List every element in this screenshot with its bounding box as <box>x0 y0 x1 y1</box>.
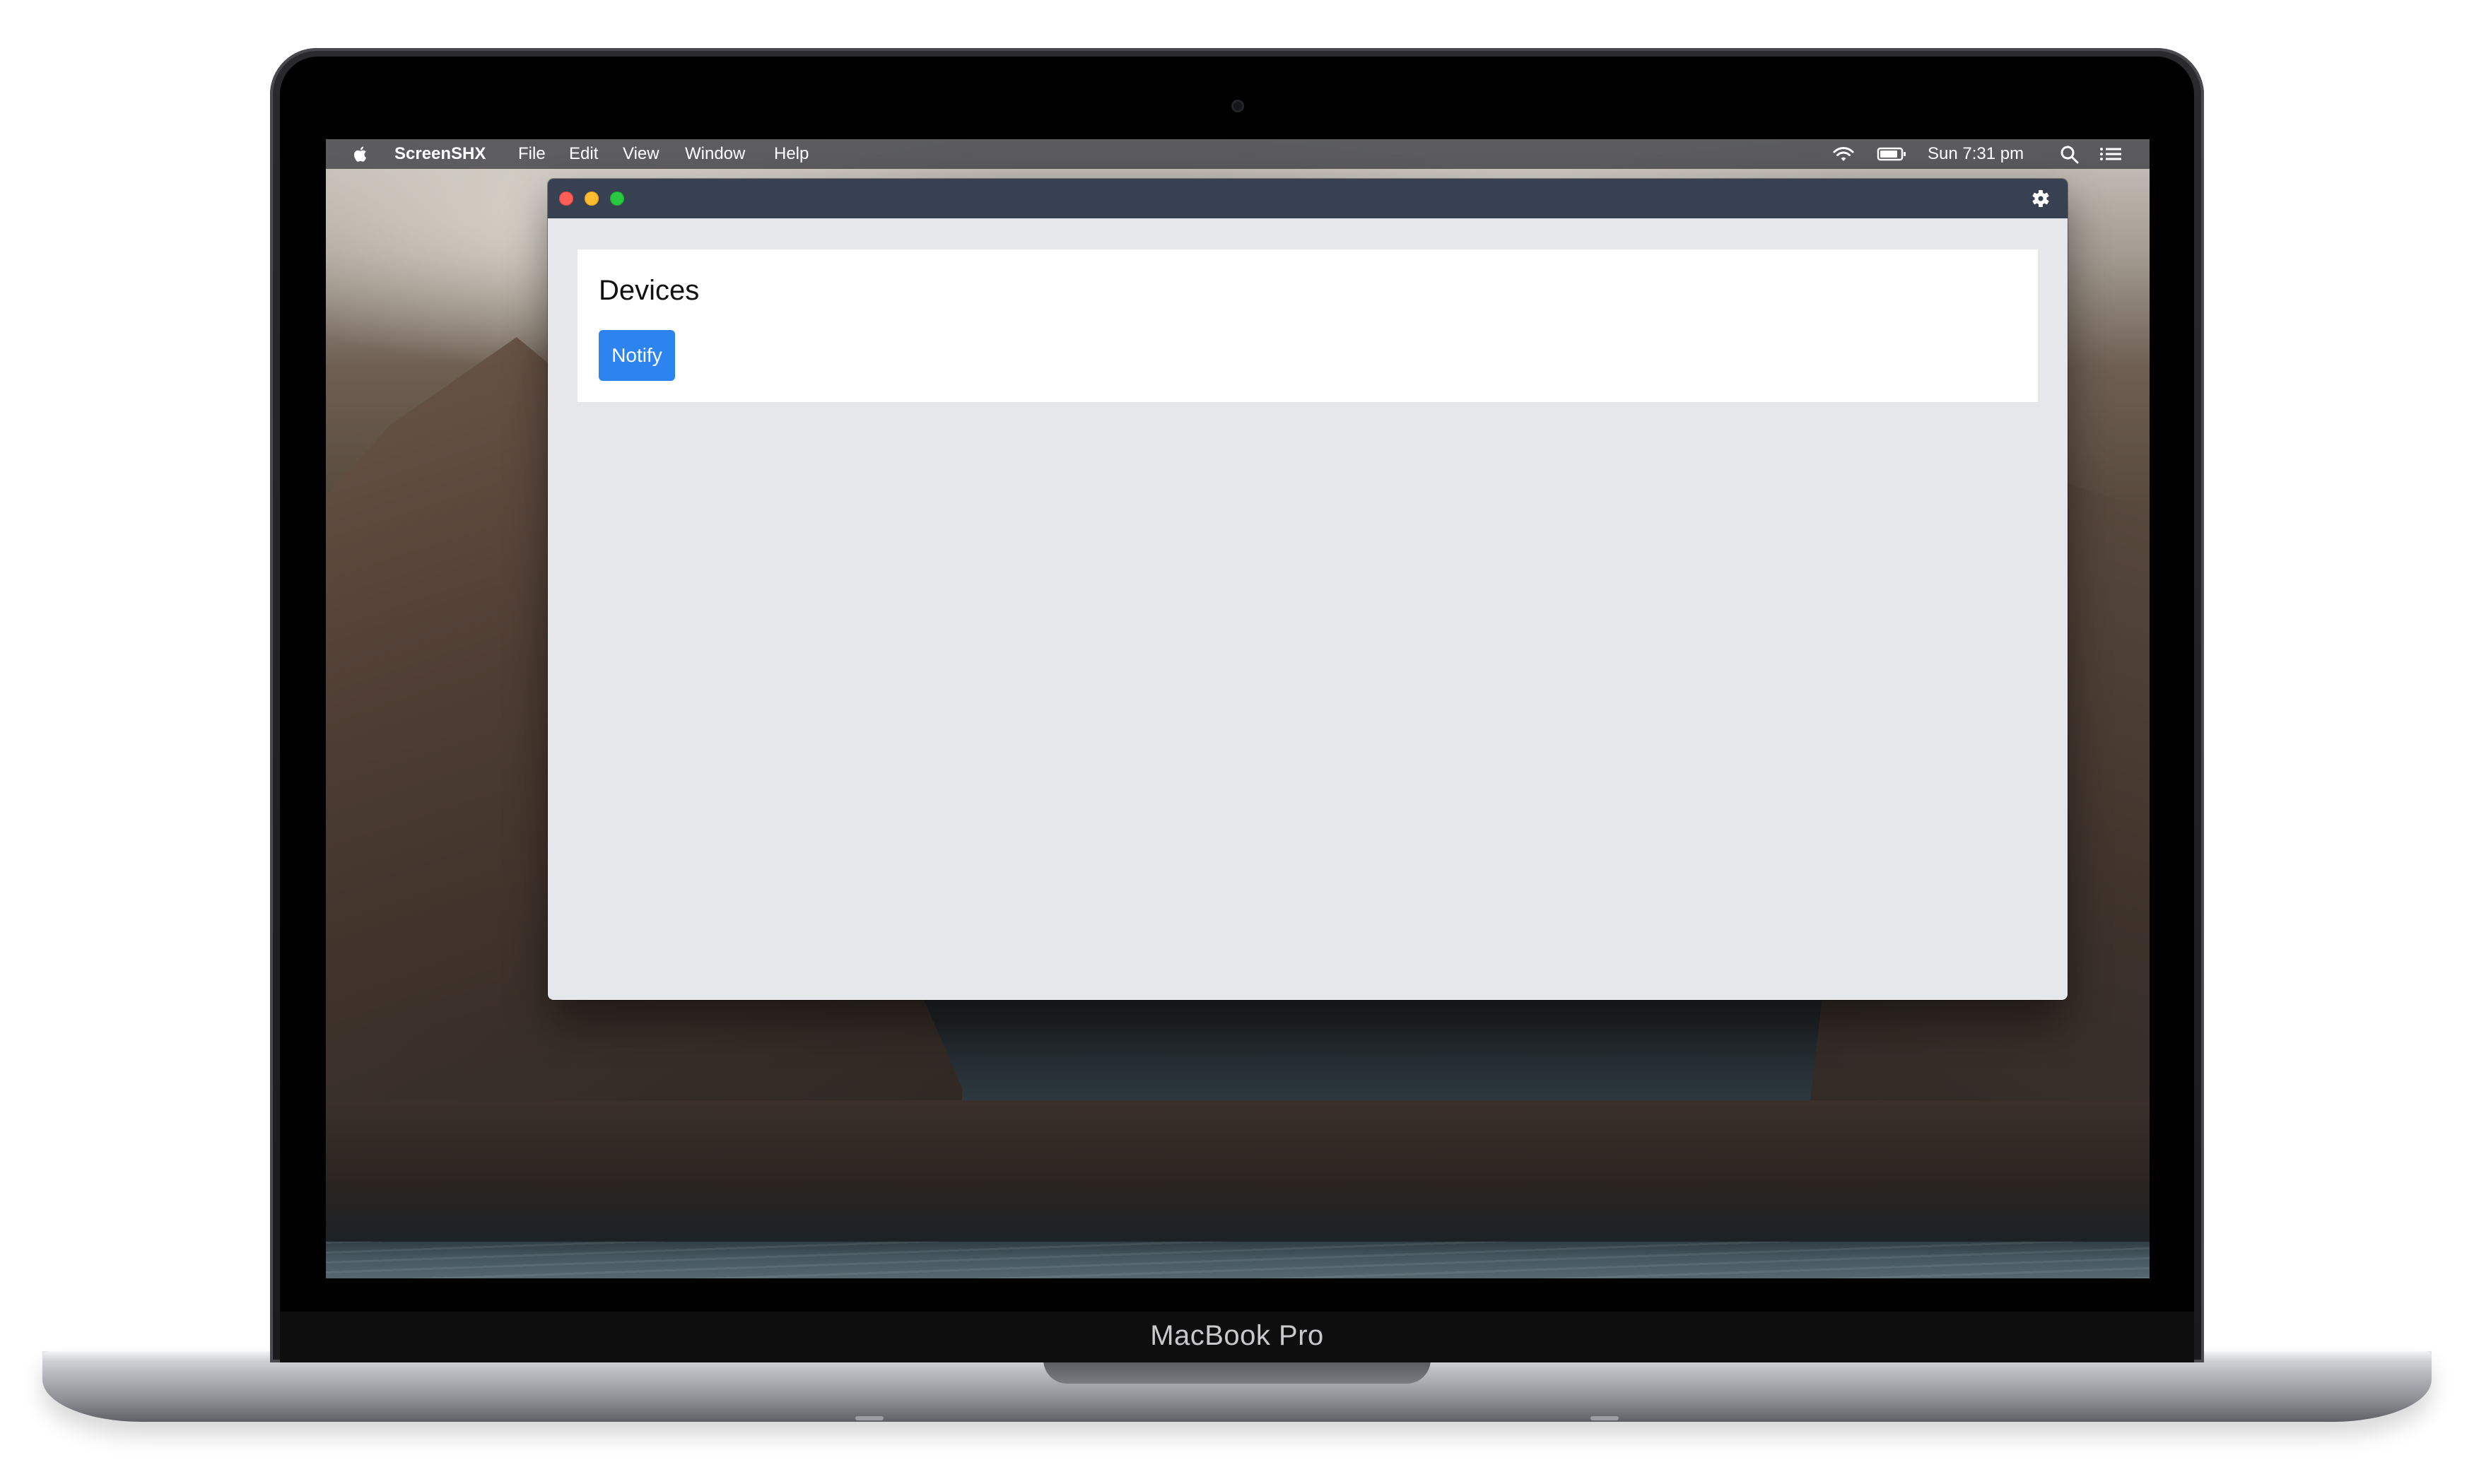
laptop-foot <box>855 1416 884 1420</box>
menu-window[interactable]: Window <box>685 145 745 163</box>
menu-bar: ScreenSHX File Edit View Window Help Sun… <box>326 139 2150 169</box>
list-icon[interactable] <box>2099 144 2123 164</box>
minimize-button[interactable] <box>585 192 599 206</box>
wifi-icon[interactable] <box>1831 144 1856 164</box>
notify-button[interactable]: Notify <box>599 330 675 381</box>
laptop-foot <box>1590 1416 1619 1420</box>
menu-help[interactable]: Help <box>774 145 809 163</box>
apple-icon[interactable] <box>350 143 371 165</box>
stage: MacBook Pro ScreenSHX File Edit View Win… <box>0 0 2474 1484</box>
search-icon[interactable] <box>2059 144 2080 164</box>
wallpaper-water <box>326 1242 2150 1278</box>
window-titlebar[interactable] <box>548 179 2068 218</box>
app-window: Devices Notify <box>548 179 2068 1000</box>
wallpaper-shoreline <box>326 1100 2150 1242</box>
zoom-button[interactable] <box>610 192 624 206</box>
devices-title: Devices <box>599 275 700 306</box>
battery-icon[interactable] <box>1877 144 1908 164</box>
menu-app-name[interactable]: ScreenSHX <box>394 145 486 163</box>
menu-edit[interactable]: Edit <box>569 145 598 163</box>
menu-clock[interactable]: Sun 7:31 pm <box>1928 145 2024 163</box>
camera-icon <box>1231 100 1244 112</box>
devices-card: Devices Notify <box>578 249 2038 402</box>
close-button[interactable] <box>559 192 573 206</box>
screen: ScreenSHX File Edit View Window Help Sun… <box>326 139 2150 1278</box>
brand-label: MacBook Pro <box>1150 1320 1324 1351</box>
menu-view[interactable]: View <box>623 145 659 163</box>
gear-icon[interactable] <box>2031 189 2051 208</box>
menu-file[interactable]: File <box>518 145 546 163</box>
